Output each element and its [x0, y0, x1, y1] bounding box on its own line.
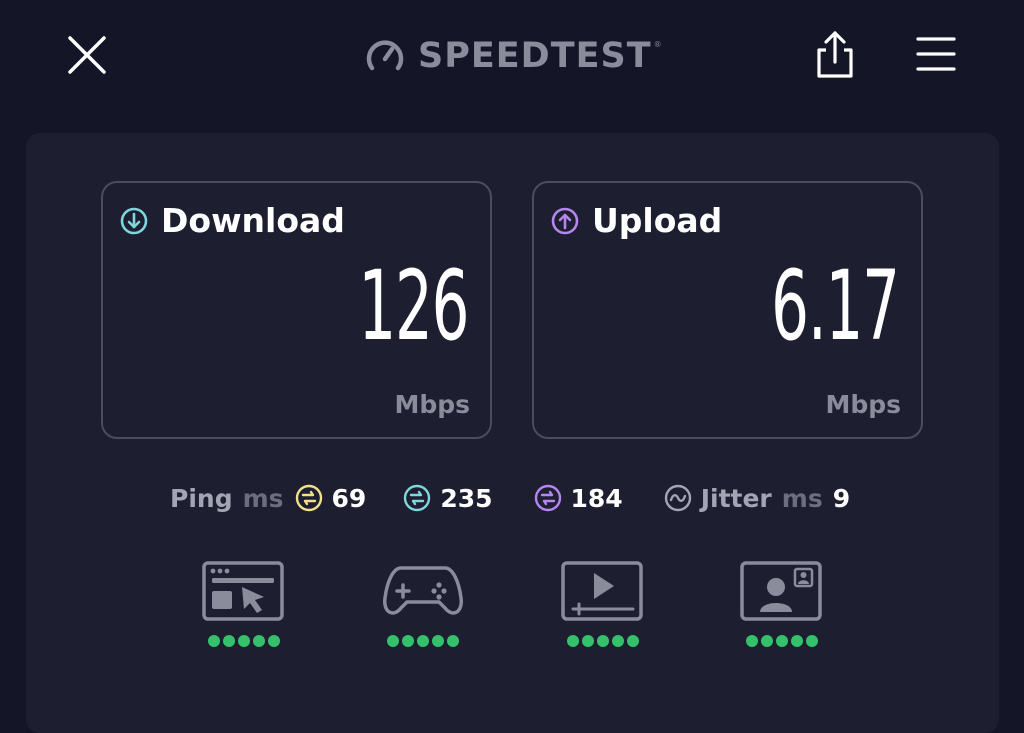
rating-dots	[567, 635, 639, 647]
share-icon	[817, 31, 853, 78]
jitter-icon	[664, 484, 691, 512]
upload-card: Upload 6.17 Mbps	[532, 181, 923, 439]
rating-dot	[402, 635, 414, 647]
service-video-chat[interactable]	[740, 560, 824, 654]
rating-dot	[268, 635, 280, 647]
top-bar: SPEEDTEST ®	[0, 0, 1024, 110]
arrow-down-circle-icon	[120, 207, 148, 234]
service-gaming[interactable]	[381, 560, 465, 654]
rating-dot	[776, 635, 788, 647]
logo-text: SPEEDTEST	[418, 36, 652, 76]
rating-dot	[223, 635, 235, 647]
logo-registered-mark: ®	[653, 40, 662, 49]
upload-header: Upload	[550, 201, 722, 240]
jitter-label: Jitter	[700, 483, 772, 513]
speedometer-icon	[366, 40, 404, 71]
ping-upload-icon	[534, 484, 561, 512]
rating-dot	[387, 635, 399, 647]
download-label: Download	[161, 201, 345, 240]
upload-label: Upload	[592, 201, 723, 240]
rating-dot	[582, 635, 594, 647]
gamepad-icon	[383, 566, 463, 615]
ping-upload-value: 184	[570, 483, 623, 513]
rating-dot	[791, 635, 803, 647]
jitter: Jitter ms 9	[663, 483, 850, 513]
service-web-browsing[interactable]	[202, 560, 286, 654]
ping-upload: 184	[533, 483, 623, 513]
rating-dot	[208, 635, 220, 647]
rating-dots	[746, 635, 818, 647]
rating-dot	[253, 635, 265, 647]
service-video-streaming[interactable]	[561, 560, 645, 654]
ping-idle: 69	[294, 483, 367, 513]
rating-dot	[238, 635, 250, 647]
menu-button[interactable]	[914, 34, 958, 74]
rating-dots	[208, 635, 280, 647]
rating-dot	[612, 635, 624, 647]
download-value: 126	[358, 250, 469, 362]
ping-download-icon	[404, 484, 431, 512]
rating-dot	[417, 635, 429, 647]
ping-label: Ping	[170, 483, 233, 513]
download-header: Download	[119, 201, 345, 240]
menu-icon	[916, 37, 956, 71]
share-button[interactable]	[812, 28, 858, 80]
jitter-value: 9	[832, 483, 851, 513]
ping-download: 235	[402, 483, 493, 513]
jitter-unit: ms	[781, 483, 823, 513]
ping-idle-value: 69	[331, 483, 367, 513]
ping-idle-icon	[295, 484, 322, 512]
ping-unit: ms	[242, 483, 284, 513]
ping-row: Ping ms 69 235 184 Jitter ms 9	[170, 478, 850, 518]
rating-dot	[567, 635, 579, 647]
download-card: Download 126 Mbps	[101, 181, 492, 439]
download-unit: Mbps	[394, 390, 470, 419]
rating-dot	[597, 635, 609, 647]
video-play-icon	[561, 561, 643, 621]
rating-dot	[746, 635, 758, 647]
rating-dot	[761, 635, 773, 647]
rating-dot	[432, 635, 444, 647]
arrow-up-circle-icon	[551, 207, 579, 234]
rating-dot	[627, 635, 639, 647]
video-chat-icon	[740, 561, 822, 621]
rating-dot	[447, 635, 459, 647]
browser-icon	[202, 561, 284, 621]
speedtest-logo: SPEEDTEST ®	[364, 34, 662, 78]
rating-dot	[806, 635, 818, 647]
close-button[interactable]	[62, 30, 112, 80]
rating-dots	[387, 635, 459, 647]
upload-unit: Mbps	[825, 390, 901, 419]
close-icon	[68, 36, 106, 74]
upload-value: 6.17	[771, 250, 900, 362]
ping-download-value: 235	[440, 483, 493, 513]
